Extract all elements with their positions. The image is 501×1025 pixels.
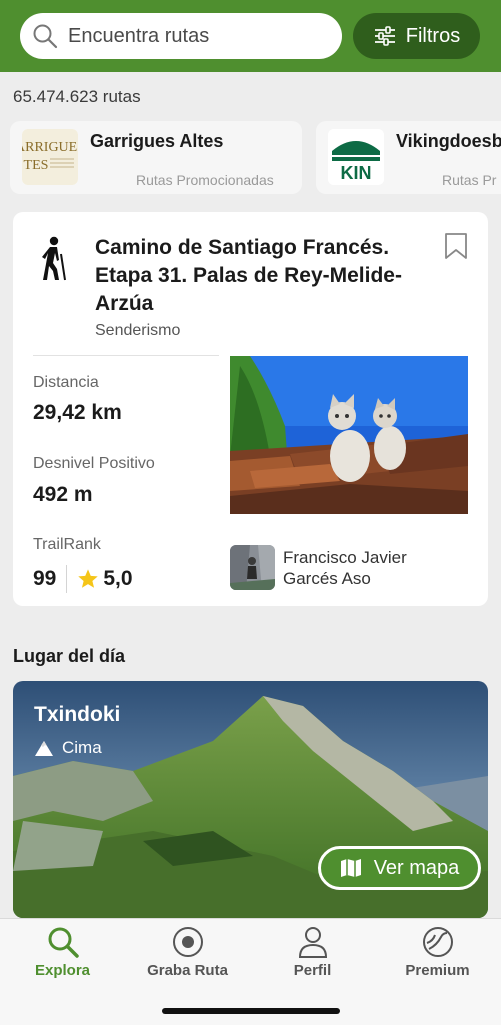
promoted-tag: Rutas Promocionadas <box>136 172 274 188</box>
hiker-icon <box>42 236 66 281</box>
place-type-label: Cima <box>62 738 102 757</box>
promoted-tag: Rutas Pr <box>442 172 497 188</box>
view-map-button[interactable]: Ver mapa <box>318 846 481 890</box>
vikingdoes-logo: KIN <box>328 129 384 185</box>
bottom-tab-bar: Explora Graba Ruta Perfil Premium <box>0 918 501 1025</box>
logo-text: KIN <box>341 163 372 183</box>
tab-premium[interactable]: Premium <box>375 919 500 989</box>
sliders-icon <box>374 26 395 46</box>
search-icon <box>33 24 58 49</box>
place-name: Txindoki <box>34 703 121 726</box>
tab-label: Graba Ruta <box>147 962 228 979</box>
tab-label: Explora <box>34 962 91 979</box>
distance-label: Distancia <box>33 374 99 391</box>
distance-value: 29,42 km <box>33 401 122 424</box>
route-photo[interactable] <box>230 356 468 514</box>
trailrank-value: 99 <box>33 567 57 590</box>
tab-graba-ruta[interactable]: Graba Ruta <box>125 919 250 989</box>
view-map-label: Ver mapa <box>373 856 460 879</box>
logo-text-2: TES <box>24 158 49 173</box>
filters-label: Filtros <box>405 24 461 47</box>
rating-value: 5,0 <box>103 567 133 590</box>
section-title: Lugar del día <box>13 646 126 666</box>
garrigues-logo: ARRIGUES TES <box>22 129 78 185</box>
home-indicator <box>162 1008 340 1014</box>
divider <box>33 355 219 356</box>
elevation-value: 492 m <box>33 483 93 506</box>
filters-button[interactable]: Filtros <box>353 13 480 59</box>
place-of-day-card[interactable]: Txindoki Cima Ver mapa <box>13 681 488 918</box>
route-activity: Senderismo <box>95 322 181 339</box>
author-avatar[interactable] <box>230 545 275 590</box>
promoted-name: Garrigues Altes <box>90 131 224 151</box>
tab-perfil[interactable]: Perfil <box>250 919 375 989</box>
search-icon <box>48 927 79 958</box>
promoted-card-vikingdoes[interactable]: KIN Vikingdoesb Rutas Pr <box>316 121 501 194</box>
premium-icon <box>423 927 453 957</box>
bookmark-icon[interactable] <box>444 232 468 260</box>
promoted-name: Vikingdoesb <box>396 131 501 151</box>
profile-icon <box>298 927 328 958</box>
trailrank-row: 99 5,0 <box>33 564 133 594</box>
search-input[interactable]: Encuentra rutas <box>20 13 342 59</box>
elevation-label: Desnivel Positivo <box>33 455 155 472</box>
tab-label: Premium <box>405 962 470 979</box>
tab-label: Perfil <box>293 962 332 979</box>
author-name[interactable]: Francisco Javier Garcés Aso <box>283 547 443 589</box>
record-icon <box>173 927 203 957</box>
results-count: 65.474.623 rutas <box>13 87 141 106</box>
top-bar: Encuentra rutas Filtros <box>0 0 501 72</box>
route-card[interactable]: Camino de Santiago Francés. Etapa 31. Pa… <box>13 212 488 606</box>
trailrank-label: TrailRank <box>33 536 101 553</box>
place-type: Cima <box>34 738 102 758</box>
promoted-card-garrigues[interactable]: ARRIGUES TES Garrigues Altes Rutas Promo… <box>10 121 302 194</box>
mountain-icon <box>35 740 53 756</box>
tab-explora[interactable]: Explora <box>0 919 125 989</box>
route-title: Camino de Santiago Francés. Etapa 31. Pa… <box>95 236 402 315</box>
search-placeholder: Encuentra rutas <box>68 24 210 47</box>
logo-text: ARRIGUES <box>22 140 78 155</box>
star-icon <box>78 569 99 588</box>
map-icon <box>340 859 361 877</box>
separator <box>66 565 68 593</box>
